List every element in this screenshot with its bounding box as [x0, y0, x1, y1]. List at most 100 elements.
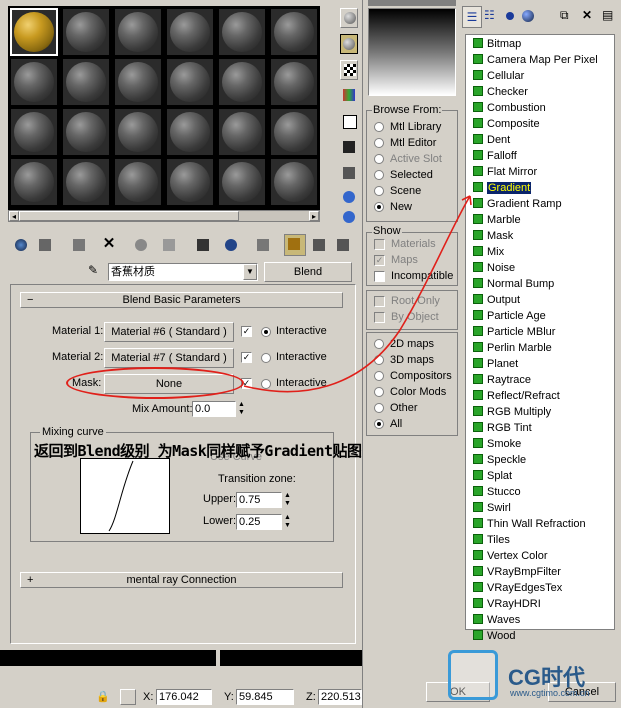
material-sample-slot[interactable] — [114, 58, 162, 106]
clear-library-icon[interactable]: ▤ — [602, 8, 613, 22]
mix-amount-field[interactable]: 0.0 — [192, 401, 236, 417]
sample-type-icon[interactable] — [340, 8, 358, 28]
map-list-item[interactable]: Planet — [473, 356, 518, 372]
mask-interactive-radio[interactable] — [261, 379, 271, 389]
map-list-item[interactable]: RGB Multiply — [473, 404, 551, 420]
map-list-item[interactable]: Noise — [473, 260, 515, 276]
video-color-check-icon[interactable] — [340, 112, 358, 132]
material-sample-slot[interactable] — [218, 158, 266, 206]
material-sample-slot[interactable] — [10, 108, 58, 156]
material1-enable-checkbox[interactable]: ✓ — [241, 326, 252, 337]
view-list-icon[interactable]: ☰ — [462, 6, 482, 28]
options-icon[interactable] — [340, 164, 358, 184]
material-name-field[interactable]: 香蕉材质 ▼ — [108, 263, 258, 281]
material-sample-slot[interactable] — [218, 8, 266, 56]
map-category-radio[interactable] — [374, 419, 384, 429]
map-list-item[interactable]: Composite — [473, 116, 540, 132]
material-sample-slot[interactable] — [218, 58, 266, 106]
map-list-item[interactable]: Reflect/Refract — [473, 388, 560, 404]
map-list-item[interactable]: Mix — [473, 244, 504, 260]
material1-button[interactable]: Material #6 ( Standard ) — [104, 322, 234, 342]
scroll-thumb[interactable] — [19, 211, 239, 221]
get-material-icon[interactable] — [12, 236, 30, 254]
material-sample-slot[interactable] — [166, 8, 214, 56]
upper-field[interactable]: 0.75 — [236, 492, 282, 508]
map-list-item[interactable]: Smoke — [473, 436, 521, 452]
map-list-item[interactable]: Waves — [473, 612, 520, 628]
map-list-item[interactable]: Thin Wall Refraction — [473, 516, 586, 532]
material2-enable-checkbox[interactable]: ✓ — [241, 352, 252, 363]
map-list-item[interactable]: Particle MBlur — [473, 324, 555, 340]
go-forward-to-sibling-icon[interactable] — [310, 236, 328, 254]
material-sample-slot[interactable] — [270, 58, 318, 106]
chevron-down-icon[interactable]: ▼ — [243, 264, 257, 280]
map-list-item[interactable]: Perlin Marble — [473, 340, 552, 356]
pick-material-from-object-icon[interactable] — [334, 236, 352, 254]
material-type-button[interactable]: Blend — [264, 262, 352, 282]
slots-scrollbar[interactable]: ◂ ▸ — [8, 210, 320, 222]
map-list[interactable]: Bitmap Camera Map Per Pixel Cellular Checke… — [465, 34, 615, 642]
map-list-item[interactable]: Gradient — [473, 180, 532, 196]
map-list-item[interactable]: VRayEdgesTex — [473, 580, 562, 596]
material-sample-slot[interactable] — [10, 8, 58, 56]
map-list-item[interactable]: Wood — [473, 628, 516, 644]
map-list-item[interactable]: Combustion — [473, 100, 546, 116]
map-list-item[interactable]: Falloff — [473, 148, 517, 164]
make-preview-icon[interactable] — [340, 138, 358, 158]
select-by-material-icon[interactable] — [340, 188, 358, 208]
browse-from-radio[interactable] — [374, 202, 384, 212]
map-list-item[interactable]: Flat Mirror — [473, 164, 537, 180]
map-list-item[interactable]: Camera Map Per Pixel — [473, 52, 598, 68]
blend-rollout-header[interactable]: − Blend Basic Parameters — [20, 292, 343, 308]
map-category-radio[interactable] — [374, 339, 384, 349]
show-maps-checkbox[interactable]: ✓ — [374, 255, 385, 266]
eyedropper-icon[interactable]: ✎ — [88, 263, 102, 277]
assign-material-icon[interactable] — [70, 236, 88, 254]
browse-from-radio[interactable] — [374, 154, 384, 164]
trackbar[interactable] — [0, 650, 362, 666]
update-scene-materials-icon[interactable]: ⧉ — [560, 8, 569, 23]
show-map-in-viewport-icon[interactable] — [222, 236, 240, 254]
reset-map-icon[interactable]: ✕ — [100, 236, 118, 254]
map-list-item[interactable]: RGB Tint — [473, 420, 532, 436]
map-list-item[interactable]: Checker — [473, 84, 528, 100]
material-sample-slot[interactable] — [166, 108, 214, 156]
scroll-right-button[interactable]: ▸ — [309, 211, 319, 221]
view-large-icons-icon[interactable] — [522, 10, 534, 22]
material-sample-slot[interactable] — [218, 108, 266, 156]
map-list-item[interactable]: Stucco — [473, 484, 521, 500]
map-list-item[interactable]: Tiles — [473, 532, 510, 548]
map-list-item[interactable]: Dent — [473, 132, 510, 148]
material-sample-slot[interactable] — [10, 58, 58, 106]
lock-icon[interactable]: 🔒 — [96, 690, 110, 703]
map-list-item[interactable]: Marble — [473, 212, 521, 228]
absolute-mode-icon[interactable] — [120, 689, 136, 705]
material-sample-slot[interactable] — [270, 108, 318, 156]
material-sample-slot[interactable] — [62, 58, 110, 106]
map-category-radio[interactable] — [374, 355, 384, 365]
mental-ray-rollout-header[interactable]: + mental ray Connection — [20, 572, 343, 588]
browse-from-radio[interactable] — [374, 122, 384, 132]
material2-button[interactable]: Material #7 ( Standard ) — [104, 348, 234, 368]
map-list-item[interactable]: Cellular — [473, 68, 524, 84]
material-sample-slot[interactable] — [166, 158, 214, 206]
y-field[interactable]: 59.845 — [236, 689, 294, 705]
z-field[interactable]: 220.513 — [318, 689, 362, 705]
browse-from-radio[interactable] — [374, 138, 384, 148]
put-material-to-scene-icon[interactable] — [36, 236, 54, 254]
map-list-item[interactable]: Splat — [473, 468, 512, 484]
backlight-icon[interactable] — [340, 34, 358, 54]
material-sample-slot[interactable] — [114, 158, 162, 206]
lower-field[interactable]: 0.25 — [236, 514, 282, 530]
material-sample-slot[interactable] — [62, 8, 110, 56]
browse-from-radio[interactable] — [374, 186, 384, 196]
delete-from-library-icon[interactable]: ✕ — [582, 8, 592, 22]
map-list-item[interactable]: Gradient Ramp — [473, 196, 562, 212]
map-list-item[interactable]: Mask — [473, 228, 513, 244]
material-map-navigator-icon[interactable] — [340, 208, 358, 228]
make-unique-icon[interactable] — [132, 236, 150, 254]
view-list-icons-icon[interactable]: ☷ — [484, 8, 495, 22]
material1-interactive-radio[interactable] — [261, 327, 271, 337]
mix-amount-spinner[interactable]: ▲ ▼ — [238, 401, 248, 417]
by-object-checkbox[interactable] — [374, 312, 385, 323]
